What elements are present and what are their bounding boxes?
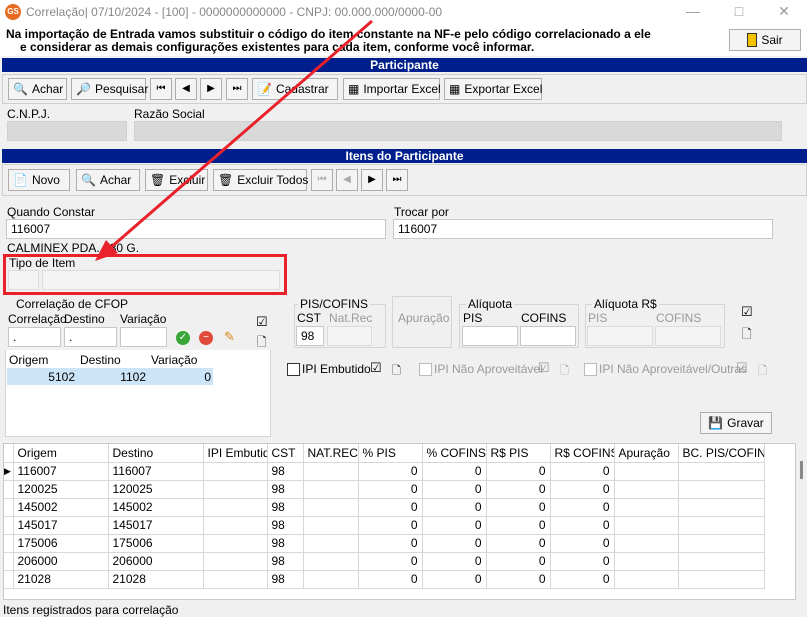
annotation-arrow (95, 19, 373, 261)
